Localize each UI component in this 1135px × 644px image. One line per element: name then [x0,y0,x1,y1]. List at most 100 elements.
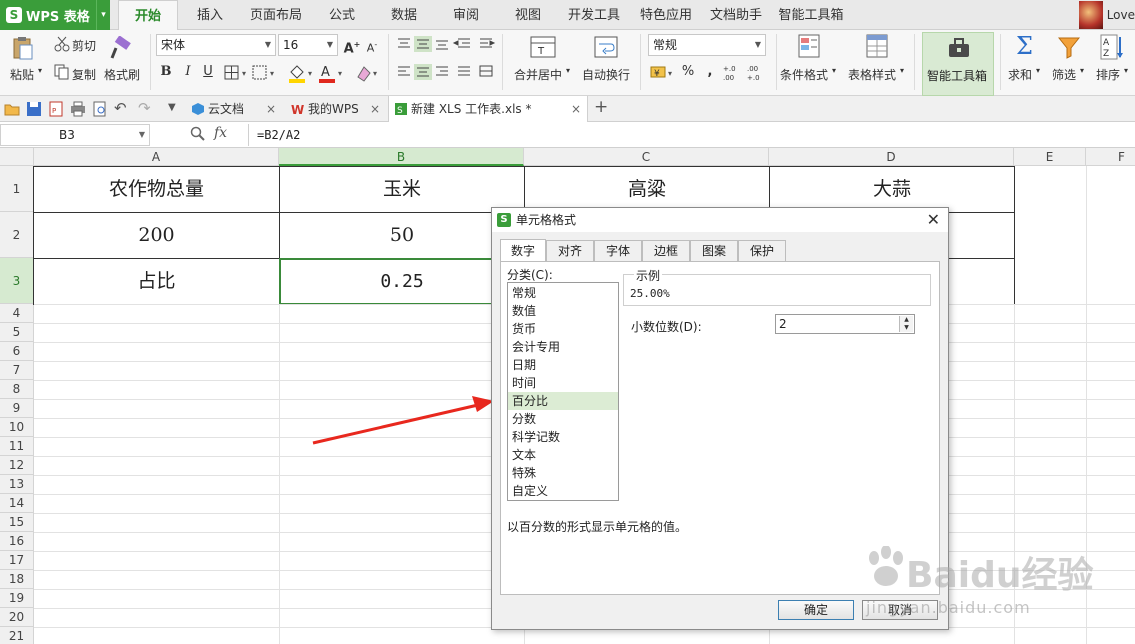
category-item-number[interactable]: 数值 [508,302,618,320]
category-item-general[interactable]: 常规 [508,284,618,302]
category-item-text[interactable]: 文本 [508,446,618,464]
tab-border[interactable]: 边框 [642,240,690,261]
redo-icon[interactable]: ↷ [138,99,151,117]
col-header-e[interactable]: E [1014,148,1086,166]
wrap-text-icon[interactable] [594,36,618,58]
vertical-align-icons[interactable] [396,36,496,52]
bold-button[interactable]: B [156,62,176,82]
scissors-icon[interactable] [54,36,70,52]
italic-button[interactable]: I [178,62,198,82]
format-painter-button[interactable]: 格式刷 [104,66,140,83]
app-dropdown-icon[interactable]: ▾ [96,0,110,30]
row-header-16[interactable]: 16 [0,532,34,551]
tab-review[interactable]: 审阅 [442,0,490,30]
decrease-decimal-icon[interactable]: .00+.0 [746,64,768,82]
row-header-11[interactable]: 11 [0,437,34,456]
formula-input[interactable]: =B2/A2 [248,124,1133,146]
font-size-select[interactable]: 16 ▼ [278,34,338,56]
category-item-percentage[interactable]: 百分比 [508,392,618,410]
underline-button[interactable]: U [198,62,218,82]
tab-font[interactable]: 字体 [594,240,642,261]
tab-special[interactable]: 特色应用 [634,0,698,30]
tab-protection[interactable]: 保护 [738,240,786,261]
row-header-13[interactable]: 13 [0,475,34,494]
cell-b2[interactable]: 50 [279,212,525,259]
close-icon[interactable]: × [571,96,581,122]
app-menu-button[interactable]: S WPS 表格 ▾ [0,0,110,30]
increase-font-icon[interactable]: A+ [342,35,362,56]
tab-data[interactable]: 数据 [380,0,428,30]
currency-icon[interactable]: ¥ ▾ [650,65,676,81]
row-header-3[interactable]: 3 [0,258,34,304]
category-item-date[interactable]: 日期 [508,356,618,374]
border-icon[interactable]: ▾ [224,65,252,81]
sort-button[interactable]: 排序 [1096,66,1120,83]
tab-pattern[interactable]: 图案 [690,240,738,261]
save-icon[interactable] [26,101,42,117]
row-header-8[interactable]: 8 [0,380,34,399]
wrap-text-button[interactable]: 自动换行 [582,66,630,83]
clear-format-icon[interactable]: ▾ [354,63,382,83]
increase-decimal-icon[interactable]: +.0.00 [722,64,744,82]
percent-button[interactable]: % [678,62,698,82]
filter-icon[interactable] [1058,36,1080,60]
tab-start[interactable]: 开始 [118,0,178,31]
tab-developer[interactable]: 开发工具 [562,0,626,30]
tab-doc-assistant[interactable]: 文档助手 [704,0,768,30]
cell-d1[interactable]: 大蒜 [769,166,1015,213]
filter-button[interactable]: 筛选 [1052,66,1076,83]
category-item-scientific[interactable]: 科学记数 [508,428,618,446]
cond-format-dropdown-icon[interactable]: ▾ [832,66,836,75]
print-icon[interactable] [70,101,86,117]
export-pdf-icon[interactable]: P [48,101,64,117]
sum-icon[interactable]: Σ [1016,32,1033,60]
tab-view[interactable]: 视图 [504,0,552,30]
row-header-12[interactable]: 12 [0,456,34,475]
name-box[interactable]: B3 ▼ [0,124,150,146]
table-style-icon[interactable] [866,34,890,60]
doc-tab-my-wps[interactable]: W 我的WPS × [286,96,386,122]
close-icon[interactable]: ✕ [927,208,940,232]
cell-a2[interactable]: 200 [33,212,280,259]
avatar[interactable] [1079,1,1103,29]
paste-dropdown-icon[interactable]: ▾ [38,66,42,75]
close-icon[interactable]: × [266,96,276,122]
copy-icon[interactable] [54,64,70,80]
row-header-1[interactable]: 1 [0,166,34,212]
row-header-21[interactable]: 21 [0,627,34,644]
cell-style-icon[interactable]: ▾ [252,65,282,81]
col-header-d[interactable]: D [769,148,1014,166]
category-item-special[interactable]: 特殊 [508,464,618,482]
col-header-c[interactable]: C [524,148,769,166]
cut-button[interactable]: 剪切 [72,37,96,54]
row-header-2[interactable]: 2 [0,212,34,258]
doc-tab-cloud[interactable]: 云文档 × [186,96,282,122]
cell-a1[interactable]: 农作物总量 [33,166,280,213]
format-painter-icon[interactable] [110,36,132,60]
col-header-a[interactable]: A [34,148,279,166]
row-header-15[interactable]: 15 [0,513,34,532]
insert-function-button[interactable]: fx [214,125,227,141]
quick-access-dropdown-icon[interactable]: ▼ [168,102,176,113]
zoom-search-icon[interactable] [190,126,206,142]
category-item-custom[interactable]: 自定义 [508,482,618,500]
category-item-currency[interactable]: 货币 [508,320,618,338]
row-header-17[interactable]: 17 [0,551,34,570]
tab-formula[interactable]: 公式 [318,0,366,30]
filter-dropdown-icon[interactable]: ▾ [1080,66,1084,75]
folder-icon[interactable] [4,101,20,117]
tab-alignment[interactable]: 对齐 [546,240,594,261]
smart-toolbox-button[interactable]: 智能工具箱 [922,32,994,96]
font-color-icon[interactable]: A ▾ [318,63,346,83]
merge-dropdown-icon[interactable]: ▾ [566,66,570,75]
cell-a3[interactable]: 占比 [33,258,280,305]
horizontal-align-icons[interactable] [396,64,496,80]
category-item-fraction[interactable]: 分数 [508,410,618,428]
col-header-b[interactable]: B [279,148,524,166]
col-header-f[interactable]: F [1086,148,1135,166]
spinner-arrows-icon[interactable]: ▲ ▼ [899,316,913,332]
decrease-font-icon[interactable]: A- [362,35,382,55]
tab-insert[interactable]: 插入 [186,0,234,30]
font-name-select[interactable]: 宋体 ▼ [156,34,276,56]
paste-button[interactable]: 粘贴 [10,66,34,83]
